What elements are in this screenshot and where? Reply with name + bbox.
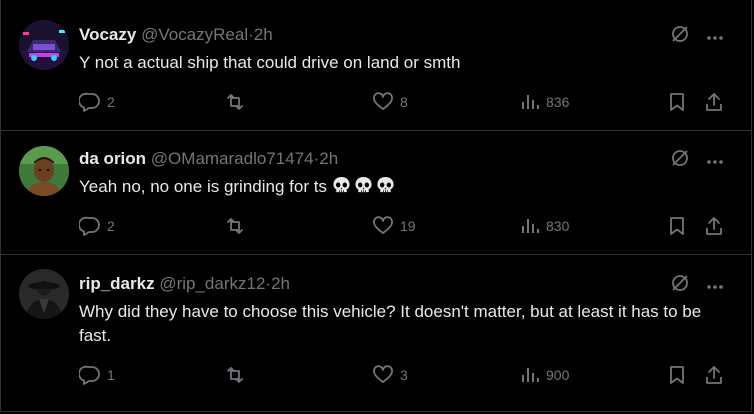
reply-top-actions xyxy=(670,148,724,173)
grok-icon[interactable] xyxy=(670,24,690,49)
reply-text: Why did they have to choose this vehicle… xyxy=(79,302,702,345)
views-button[interactable]: 900 xyxy=(520,365,569,385)
timestamp[interactable]: 2h xyxy=(271,274,290,293)
reply-item[interactable]: Vocazy @VocazyReal·2h Y not a actual shi… xyxy=(0,0,752,131)
reply-count: 2 xyxy=(107,94,115,110)
reply-text: Yeah no, no one is grinding for ts xyxy=(79,175,729,199)
skull-icon xyxy=(332,176,354,196)
display-name[interactable]: da orion xyxy=(79,149,146,168)
share-icon xyxy=(704,92,724,112)
view-count: 830 xyxy=(546,218,570,234)
bookmark-icon xyxy=(667,365,687,385)
action-bar: 2 8 836 xyxy=(79,92,727,116)
action-bar: 1 3 900 xyxy=(79,365,727,389)
share-button[interactable] xyxy=(704,365,724,385)
like-button[interactable]: 19 xyxy=(372,216,416,236)
action-bar: 2 19 830 xyxy=(79,216,727,240)
heart-icon xyxy=(372,216,394,236)
comment-icon xyxy=(79,92,101,112)
like-count: 8 xyxy=(400,94,408,110)
reply-item[interactable]: da orion @OMamaradlo71474·2h Yeah no, no… xyxy=(0,131,752,255)
avatar[interactable] xyxy=(19,269,69,319)
avatar[interactable] xyxy=(19,20,69,70)
view-count: 836 xyxy=(546,94,570,110)
heart-icon xyxy=(372,92,394,112)
heart-icon xyxy=(372,365,394,385)
reply-count: 1 xyxy=(107,367,115,383)
repost-icon xyxy=(224,365,246,385)
reply-button[interactable]: 1 xyxy=(79,365,115,385)
grok-icon[interactable] xyxy=(670,273,690,298)
bookmark-icon xyxy=(667,92,687,112)
more-options-icon[interactable] xyxy=(706,28,724,46)
repost-button[interactable] xyxy=(224,365,252,385)
share-button[interactable] xyxy=(704,92,724,112)
like-count: 19 xyxy=(400,218,416,234)
bookmark-icon xyxy=(667,216,687,236)
like-button[interactable]: 8 xyxy=(372,92,408,112)
reply-header: da orion @OMamaradlo71474·2h xyxy=(79,148,338,170)
reply-button[interactable]: 2 xyxy=(79,92,115,112)
share-icon xyxy=(704,365,724,385)
reply-button[interactable]: 2 xyxy=(79,216,115,236)
analytics-icon xyxy=(520,92,540,112)
like-button[interactable]: 3 xyxy=(372,365,408,385)
timestamp[interactable]: 2h xyxy=(254,25,273,44)
comment-icon xyxy=(79,216,101,236)
repost-icon xyxy=(224,216,246,236)
views-button[interactable]: 830 xyxy=(520,216,569,236)
reply-top-actions xyxy=(670,273,724,298)
share-button[interactable] xyxy=(704,216,724,236)
reply-item[interactable]: rip_darkz @rip_darkz12·2h Why did they h… xyxy=(0,255,752,412)
user-handle[interactable]: @OMamaradlo71474 xyxy=(151,149,314,168)
reply-text-content: Yeah no, no one is grinding for ts xyxy=(79,177,327,196)
view-count: 900 xyxy=(546,367,570,383)
reply-header: Vocazy @VocazyReal·2h xyxy=(79,24,273,46)
bookmark-button[interactable] xyxy=(667,216,687,236)
user-handle[interactable]: @VocazyReal xyxy=(141,25,248,44)
display-name[interactable]: Vocazy xyxy=(79,25,136,44)
grok-icon[interactable] xyxy=(670,148,690,173)
reply-header: rip_darkz @rip_darkz12·2h xyxy=(79,273,290,295)
more-options-icon[interactable] xyxy=(706,152,724,170)
analytics-icon xyxy=(520,365,540,385)
display-name[interactable]: rip_darkz xyxy=(79,274,155,293)
reply-count: 2 xyxy=(107,218,115,234)
repost-button[interactable] xyxy=(224,92,252,112)
reply-top-actions xyxy=(670,24,724,49)
like-count: 3 xyxy=(400,367,408,383)
bookmark-button[interactable] xyxy=(667,92,687,112)
avatar[interactable] xyxy=(19,146,69,196)
more-options-icon[interactable] xyxy=(706,277,724,295)
skull-icon xyxy=(354,176,376,196)
repost-icon xyxy=(224,92,246,112)
repost-button[interactable] xyxy=(224,216,252,236)
share-icon xyxy=(704,216,724,236)
bookmark-button[interactable] xyxy=(667,365,687,385)
comment-icon xyxy=(79,365,101,385)
analytics-icon xyxy=(520,216,540,236)
reply-text: Y not a actual ship that could drive on … xyxy=(79,53,461,72)
timestamp[interactable]: 2h xyxy=(319,149,338,168)
skull-icon xyxy=(376,176,398,196)
user-handle[interactable]: @rip_darkz12 xyxy=(159,274,265,293)
views-button[interactable]: 836 xyxy=(520,92,569,112)
